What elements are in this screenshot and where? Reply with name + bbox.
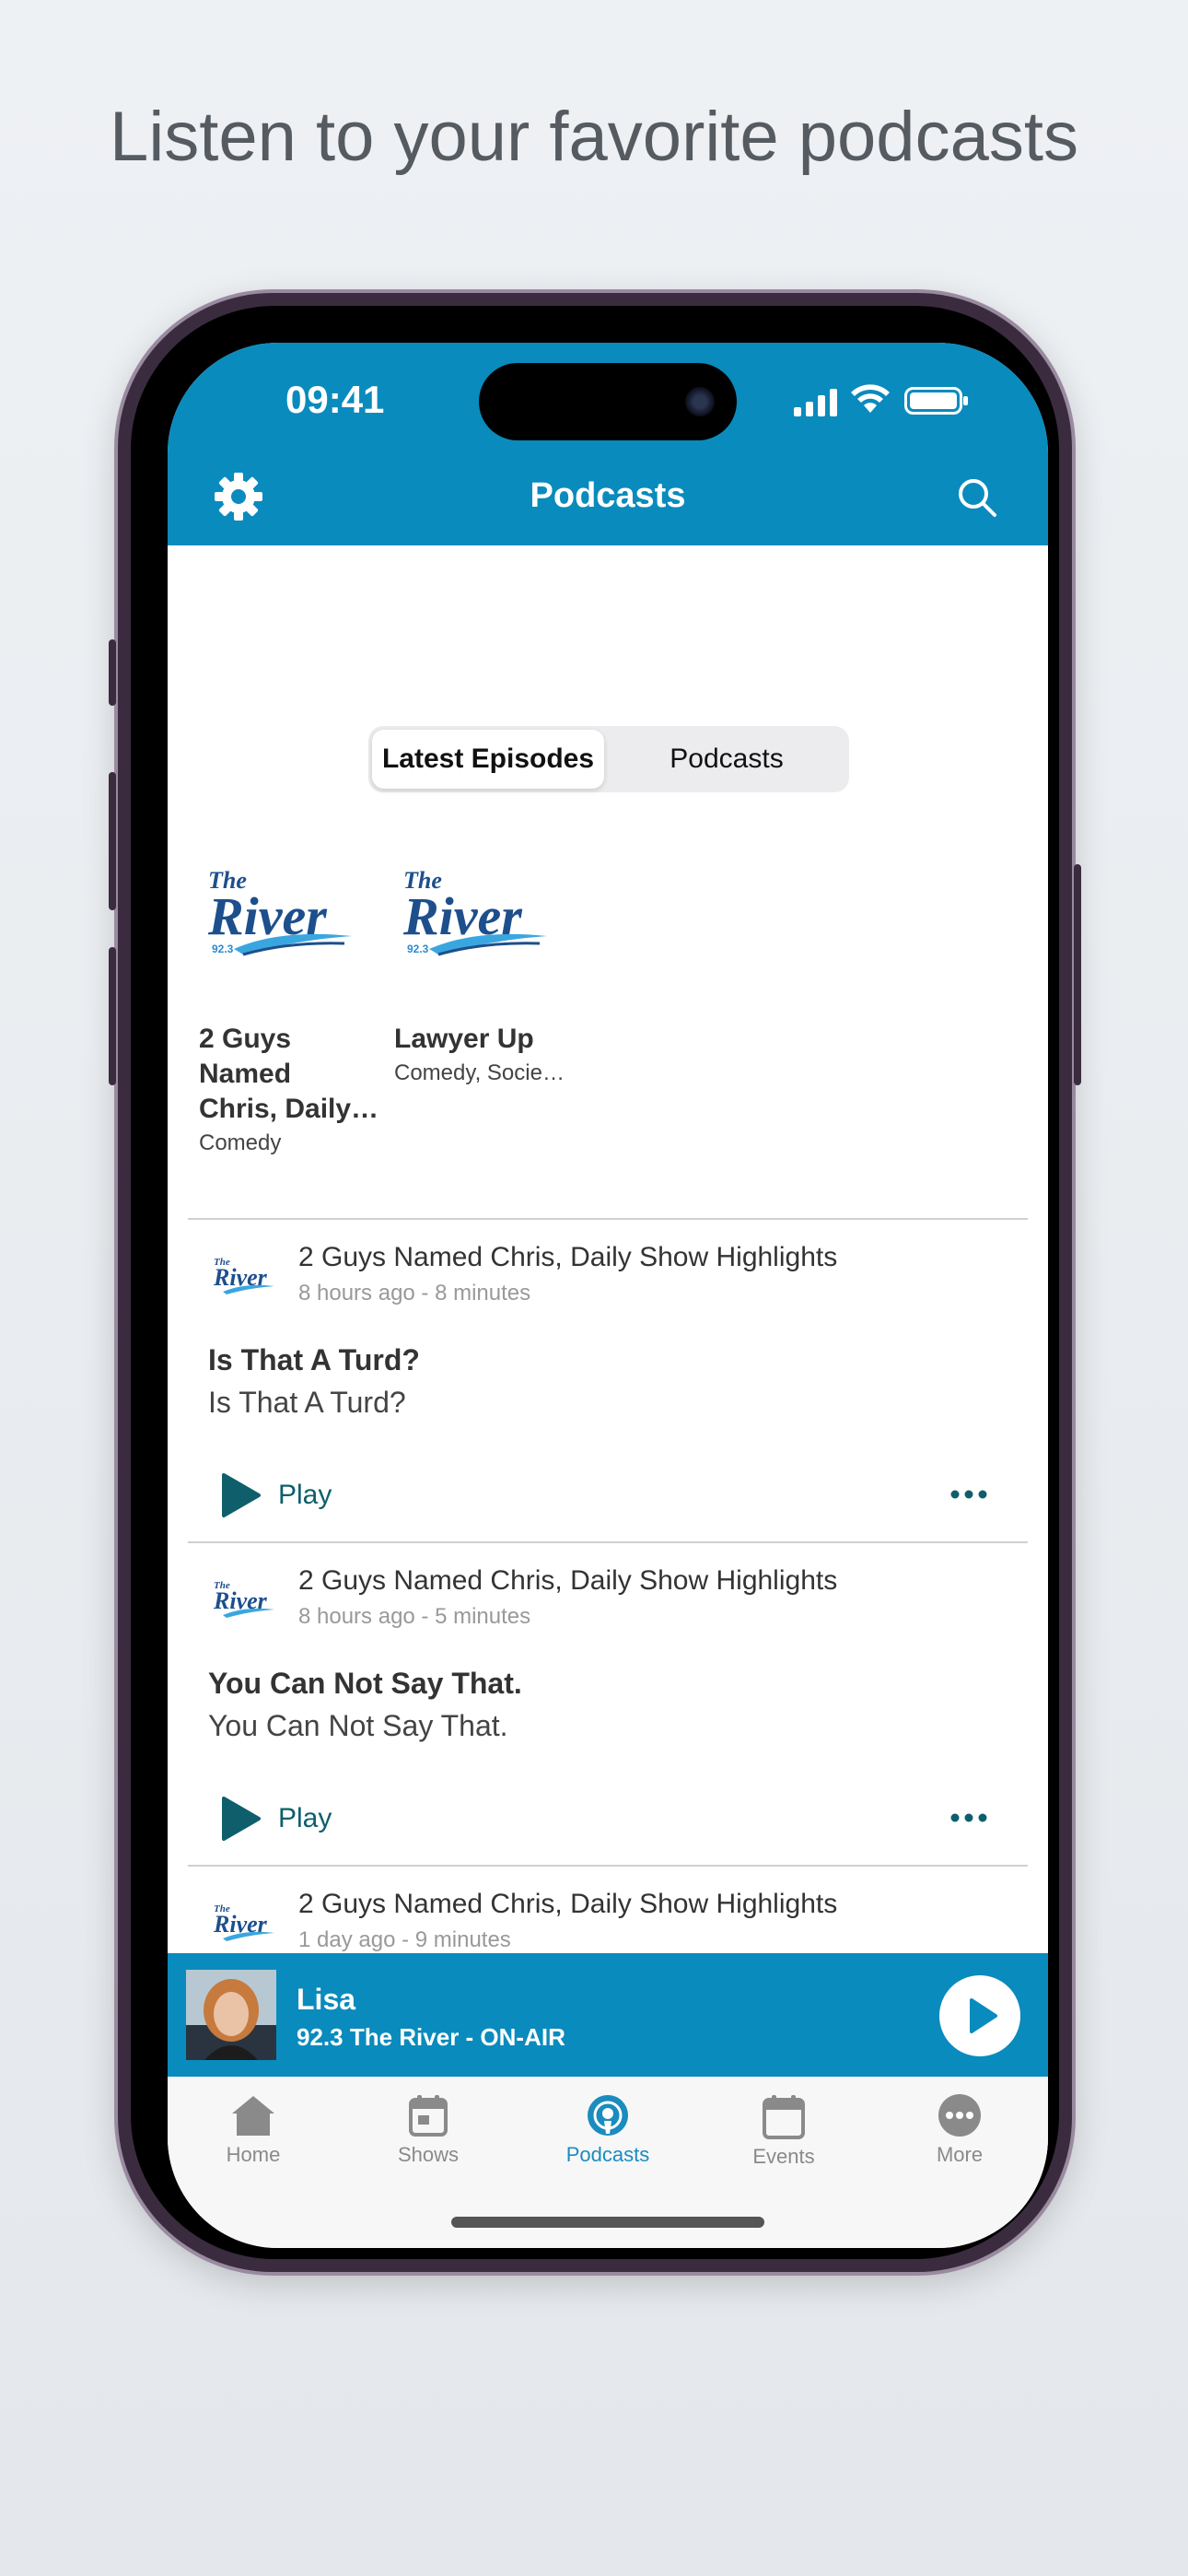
svg-text:92.3: 92.3	[407, 943, 429, 955]
podcast-title-line: Lawyer Up	[394, 1024, 534, 1054]
home-icon	[232, 2096, 274, 2136]
search-icon[interactable]	[956, 476, 998, 519]
calendar-icon	[409, 2095, 448, 2137]
play-icon[interactable]	[221, 1472, 262, 1518]
page-title: Podcasts	[530, 476, 686, 515]
more-options-icon[interactable]	[950, 1489, 987, 1500]
episode-title: Is That A Turd?	[208, 1343, 420, 1376]
home-indicator[interactable]	[451, 2217, 764, 2228]
svg-text:92.3: 92.3	[212, 943, 234, 955]
tab-podcasts[interactable]: Podcasts	[520, 2093, 695, 2167]
play-button[interactable]: Play	[278, 1480, 332, 1511]
side-button-volume-up	[109, 772, 116, 910]
episode-meta: 8 hours ago - 5 minutes	[298, 1604, 531, 1629]
episode-meta: 1 day ago - 9 minutes	[298, 1927, 511, 1952]
play-button[interactable]: Play	[278, 1803, 332, 1834]
tab-more[interactable]: More	[872, 2093, 1047, 2167]
phone-screen: 09:41 Podcasts Latest Episodes Podcasts …	[168, 343, 1048, 2248]
battery-icon	[904, 387, 968, 415]
more-icon	[938, 2094, 981, 2137]
signal-icon	[794, 389, 837, 416]
the-river-logo: The River 92.3	[207, 867, 352, 956]
host-avatar	[186, 1970, 276, 2060]
episode-description: Is That A Turd?	[208, 1386, 406, 1419]
side-button-volume-down	[109, 947, 116, 1085]
podcast-icon	[588, 2095, 628, 2136]
tab-label: Home	[226, 2143, 281, 2166]
tab-label: Events	[752, 2145, 815, 2168]
tab-latest-episodes[interactable]: Latest Episodes	[372, 730, 604, 789]
tab-shows[interactable]: Shows	[341, 2093, 516, 2167]
episode-show-name: 2 Guys Named Chris, Daily Show Highlight…	[298, 1565, 838, 1596]
the-river-logo: The River	[213, 1257, 274, 1294]
episode-item[interactable]: The River 2 Guys Named Chris, Daily Show…	[168, 1867, 1048, 1953]
play-icon[interactable]	[939, 1975, 1020, 2056]
segmented-control: Latest Episodes Podcasts	[368, 726, 849, 792]
more-options-icon[interactable]	[950, 1812, 987, 1823]
episode-item[interactable]: The River 2 Guys Named Chris, Daily Show…	[168, 1220, 1048, 1542]
status-time: 09:41	[285, 378, 385, 421]
episode-meta: 8 hours ago - 8 minutes	[298, 1281, 531, 1306]
mini-player-host: Lisa	[297, 1983, 356, 2016]
tab-podcasts[interactable]: Podcasts	[608, 730, 845, 789]
phone-frame: 09:41 Podcasts Latest Episodes Podcasts …	[109, 293, 1081, 2272]
the-river-logo: The River	[213, 1580, 274, 1618]
dynamic-island	[479, 363, 737, 440]
podcast-title-line: Chris, Daily…	[199, 1094, 379, 1124]
episode-show-name: 2 Guys Named Chris, Daily Show Highlight…	[298, 1889, 838, 1919]
tab-label: Shows	[397, 2143, 460, 2166]
main-content[interactable]: Latest Episodes Podcasts The River 92.3 …	[168, 545, 1048, 1953]
side-button-power	[1074, 864, 1081, 1085]
podcast-title: 2 Guys Named Chris, Daily…	[199, 1022, 383, 1127]
tab-label: Podcasts	[565, 2143, 650, 2166]
podcast-card[interactable]: The River 92.3 Lawyer Up Comedy, Socie…	[394, 864, 578, 1086]
podcast-card[interactable]: The River 92.3 2 Guys Named Chris, Daily…	[199, 864, 383, 1156]
camera-icon	[685, 387, 715, 416]
podcast-title-line: 2 Guys Named	[199, 1024, 292, 1089]
episode-show-name: 2 Guys Named Chris, Daily Show Highlight…	[298, 1242, 838, 1272]
wifi-icon	[851, 384, 890, 413]
side-button-mute	[109, 639, 116, 706]
podcast-title: Lawyer Up	[394, 1022, 578, 1057]
phone-bezel: 09:41 Podcasts Latest Episodes Podcasts …	[131, 306, 1059, 2259]
mini-player-station: 92.3 The River - ON-AIR	[297, 2023, 565, 2051]
calendar-icon	[763, 2095, 805, 2139]
headline: Listen to your favorite podcasts	[110, 98, 1078, 176]
tab-bar: Home Shows Podcasts Events More	[168, 2077, 1048, 2248]
podcast-category: Comedy, Socie…	[394, 1060, 565, 1085]
tab-home[interactable]: Home	[168, 2093, 341, 2167]
episode-title: You Can Not Say That.	[208, 1667, 522, 1700]
podcast-category: Comedy	[199, 1130, 282, 1155]
episode-item[interactable]: The River 2 Guys Named Chris, Daily Show…	[168, 1543, 1048, 1866]
episode-description: You Can Not Say That.	[208, 1709, 508, 1742]
the-river-logo: The River	[213, 1903, 274, 1941]
tab-label: More	[936, 2143, 984, 2166]
app-header: 09:41 Podcasts	[168, 343, 1048, 545]
tab-events[interactable]: Events	[696, 2093, 871, 2169]
mini-player[interactable]: Lisa 92.3 The River - ON-AIR	[168, 1953, 1048, 2077]
play-icon[interactable]	[221, 1796, 262, 1842]
the-river-logo: The River 92.3	[402, 867, 547, 956]
